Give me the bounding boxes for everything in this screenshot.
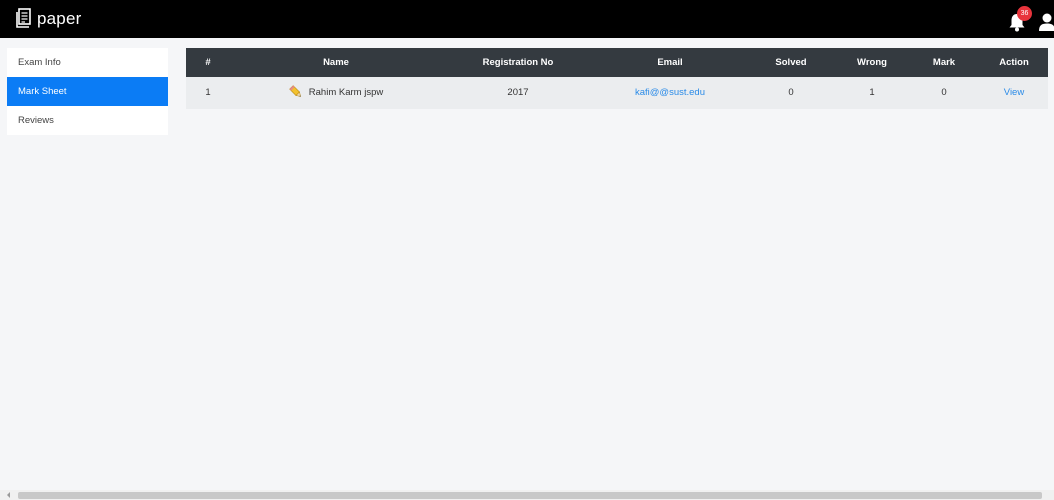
column-header-action: Action xyxy=(999,57,1029,68)
sidebar-item-exam-info[interactable]: Exam Info xyxy=(7,48,168,77)
column-header-mark: Mark xyxy=(932,57,956,68)
wrong-cell: 1 xyxy=(869,87,875,98)
sidebar-item-mark-sheet[interactable]: Mark Sheet xyxy=(7,77,168,106)
column-header-registration-no: Registration No xyxy=(482,57,554,68)
registration-no-cell: 2017 xyxy=(507,87,529,98)
scrollbar-thumb[interactable] xyxy=(18,492,1042,499)
brand-logo-link[interactable]: paper xyxy=(14,7,81,31)
table-header-row: # Name Registration No Email Solved Wron… xyxy=(186,48,1048,77)
student-name-cell: Rahim Karm jspw xyxy=(230,77,442,109)
mark-sheet-table: # Name Registration No Email Solved Wron… xyxy=(186,48,1048,109)
pencil-icon xyxy=(288,85,301,97)
brand-name: paper xyxy=(37,9,82,28)
top-navbar: paper 36 xyxy=(0,0,1054,38)
view-link[interactable]: View xyxy=(980,77,1048,109)
column-header-wrong: Wrong xyxy=(857,57,887,68)
column-header-index: # xyxy=(205,57,211,68)
sidebar-menu: Exam Info Mark Sheet Reviews xyxy=(7,48,168,135)
solved-cell: 0 xyxy=(788,87,794,98)
column-header-name: Name xyxy=(323,57,349,68)
user-icon[interactable] xyxy=(1038,12,1054,32)
row-index: 1 xyxy=(205,87,211,98)
newspaper-icon xyxy=(16,8,31,28)
email-link[interactable]: kafi@@sust.edu xyxy=(594,77,746,109)
scroll-left-arrow-icon[interactable] xyxy=(7,492,10,498)
column-header-solved: Solved xyxy=(775,57,807,68)
table-row: 1 Rahim Karm jspw 2017 kafi@@sust.edu 0 … xyxy=(186,77,1048,109)
student-name: Rahim Karm jspw xyxy=(308,86,384,98)
notification-count-badge[interactable]: 36 xyxy=(1017,6,1032,21)
sidebar-item-reviews[interactable]: Reviews xyxy=(7,106,168,135)
mark-cell: 0 xyxy=(941,87,947,98)
horizontal-scrollbar[interactable] xyxy=(0,490,1054,500)
column-header-email: Email xyxy=(657,57,683,68)
